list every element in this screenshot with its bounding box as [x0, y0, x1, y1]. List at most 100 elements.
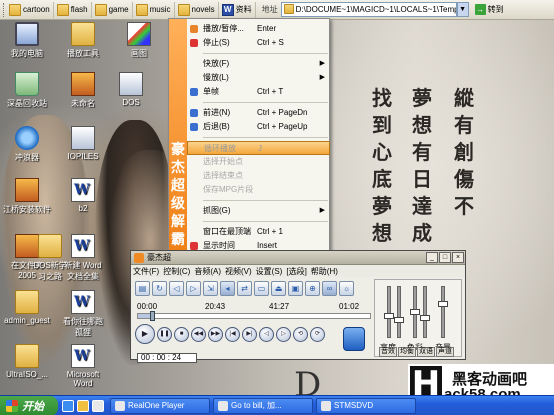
player-app-icon	[134, 252, 144, 263]
pause-button[interactable]: ❚❚	[157, 326, 172, 342]
fast-forward-button[interactable]: ▶▶	[208, 326, 223, 342]
prev-chapter-icon[interactable]: ◁	[169, 280, 184, 296]
slow-button[interactable]: ⟲	[293, 326, 308, 342]
close-button[interactable]: ×	[452, 252, 464, 263]
previous-button[interactable]: |◀	[225, 326, 240, 342]
go-button[interactable]: → 转到	[472, 2, 507, 17]
quicklaunch-item-2[interactable]: game	[92, 1, 133, 18]
brightness-knob-2[interactable]	[394, 317, 404, 323]
taskbar-button-0[interactable]: RealOne Player	[110, 397, 210, 414]
address-dropdown-button[interactable]: ▼	[456, 2, 469, 17]
desktop-icon-5[interactable]: DOS	[104, 72, 158, 107]
mixer-mode-button-2[interactable]: 双语	[417, 347, 435, 357]
color-knob[interactable]	[410, 309, 420, 315]
desktop-icon-2[interactable]: 画图	[112, 22, 166, 59]
brightness-knob[interactable]	[384, 313, 394, 319]
brightness-slider[interactable]	[384, 286, 394, 338]
desktop-icon-0[interactable]: 我的电脑	[0, 22, 54, 59]
seek-bar[interactable]	[137, 311, 371, 321]
mixer-mode-button-1[interactable]: 均衡	[398, 347, 416, 357]
word-icon	[71, 290, 95, 314]
desktop-icon-4[interactable]: 未命名	[56, 72, 110, 109]
player-titlebar[interactable]: 豪杰超 _ □ ×	[131, 251, 465, 265]
quicklaunch-item-1[interactable]: flash	[54, 1, 92, 18]
step-forward-button[interactable]: ▷	[276, 326, 291, 342]
fullscreen-icon[interactable]: ▣	[288, 280, 303, 296]
rewind-button[interactable]: ◀◀	[191, 326, 206, 342]
menu-item-3[interactable]: 快放(F) ▶	[187, 57, 330, 71]
start-label: 开始	[22, 400, 44, 413]
folder-icon	[283, 4, 294, 14]
desktop-icon-3[interactable]: 深晶回收站	[0, 72, 54, 109]
mirror-icon[interactable]: ⇄	[237, 280, 252, 296]
desktop-icon-1[interactable]: 播放工具	[56, 22, 110, 59]
next-chapter-icon[interactable]: ▷	[186, 280, 201, 296]
mute-icon[interactable]: ◂	[220, 280, 235, 296]
loop-icon[interactable]: ∞	[322, 280, 337, 296]
zoom-icon[interactable]: ⊕	[305, 280, 320, 296]
ab-repeat-button[interactable]: ⟳	[310, 326, 325, 342]
desktop-icon-14[interactable]: 看你往哪跑 孤狸	[56, 290, 110, 338]
mixer-mode-button-3[interactable]: 声道	[436, 347, 454, 357]
player-menu-item-5[interactable]: [选段]	[286, 266, 306, 277]
desktop-icon-6[interactable]: 冲浪器	[0, 126, 54, 163]
screen-icon[interactable]: ▭	[254, 280, 269, 296]
menu-item-label: 保存MPG片段	[203, 185, 254, 194]
color-knob-2[interactable]	[420, 315, 430, 321]
quicklaunch-item-5[interactable]: W 资料	[219, 1, 256, 18]
menu-item-7[interactable]: 前进(N) Ctrl + PageDn	[187, 106, 330, 120]
menu-item-15[interactable]: 抓图(G) ▶	[187, 204, 330, 218]
player-menu-item-2[interactable]: 音频(A)	[194, 266, 221, 277]
menu-item-1[interactable]: 停止(S) Ctrl + S	[187, 36, 330, 50]
menu-item-0[interactable]: 播放/暂停... Enter	[187, 22, 330, 36]
player-menu-item-4[interactable]: 设置(S)	[256, 266, 283, 277]
desktop-icon-8[interactable]: 江桥安装软件	[0, 178, 54, 215]
menu-item-17[interactable]: 窗口在最顶端 Ctrl + 1	[187, 225, 330, 239]
eject-icon[interactable]: ⏏	[271, 280, 286, 296]
folder-icon	[135, 3, 148, 16]
desktop-icon-13[interactable]: admin_guest	[0, 290, 54, 325]
address-input[interactable]: D:\DOCUME~1\MAGICD~1\LOCALS~1\Temp\	[280, 2, 457, 17]
minimize-button[interactable]: _	[426, 252, 438, 263]
folder-icon[interactable]	[77, 399, 89, 412]
quicklaunch-item-0[interactable]: cartoon	[6, 1, 54, 18]
start-button[interactable]: 开始	[0, 395, 58, 415]
step-back-button[interactable]: ◁	[259, 326, 274, 342]
mixer-mode-button-0[interactable]: 音效	[379, 347, 397, 357]
menu-item-8[interactable]: 后退(B) Ctrl + PageUp	[187, 120, 330, 134]
player-menu-item-0[interactable]: 文件(F)	[133, 266, 159, 277]
seek-thumb[interactable]	[150, 311, 155, 321]
skin-icon[interactable]: ☼	[339, 280, 354, 296]
next-button[interactable]: ▶|	[242, 326, 257, 342]
open-folder-icon[interactable]: ↻	[152, 280, 167, 296]
taskbar-button-2[interactable]: STMSDVD	[316, 397, 416, 414]
volume-knob[interactable]	[438, 301, 448, 307]
quicklaunch-item-4[interactable]: novels	[175, 1, 219, 18]
desktop-icon-7[interactable]: IOPILES	[56, 126, 110, 161]
export-icon[interactable]: ⇲	[203, 280, 218, 296]
quicklaunch-item-3[interactable]: music	[133, 1, 175, 18]
desktop-icon-9[interactable]: b2	[56, 178, 110, 213]
volume-slider[interactable]	[438, 286, 448, 338]
color-slider[interactable]	[410, 286, 420, 338]
menu-item-5[interactable]: 单帧 Ctrl + T	[187, 85, 330, 99]
stop-button[interactable]: ■	[174, 326, 189, 342]
player-menu-item-3[interactable]: 视频(V)	[225, 266, 252, 277]
desktop-icon[interactable]	[92, 399, 104, 412]
player-menu-item-1[interactable]: 控制(C)	[163, 266, 190, 277]
brightness-slider-2[interactable]	[394, 286, 404, 338]
desktop-icon-12[interactable]: 新建 Word 文档全集	[56, 234, 110, 282]
open-file-icon[interactable]: ▤	[135, 280, 150, 296]
play-button[interactable]: ▶	[135, 324, 155, 344]
desktop-icon-16[interactable]: Microsoft Word	[56, 344, 110, 388]
player-menu-item-6[interactable]: 帮助(H)	[311, 266, 338, 277]
color-slider-2[interactable]	[420, 286, 430, 338]
menu-item-10[interactable]: 循环播放 J	[187, 141, 330, 155]
desktop-icon-15[interactable]: UltraISO_...	[0, 344, 54, 379]
volume-knob-icon[interactable]	[343, 327, 365, 351]
menu-item-4[interactable]: 慢放(L) ▶	[187, 71, 330, 85]
taskbar-button-1[interactable]: Go to bill, 加...	[213, 397, 313, 414]
menu-side-banner: 豪杰超级解霸	[169, 19, 187, 267]
maximize-button[interactable]: □	[439, 252, 451, 263]
ie-icon[interactable]	[62, 399, 74, 412]
